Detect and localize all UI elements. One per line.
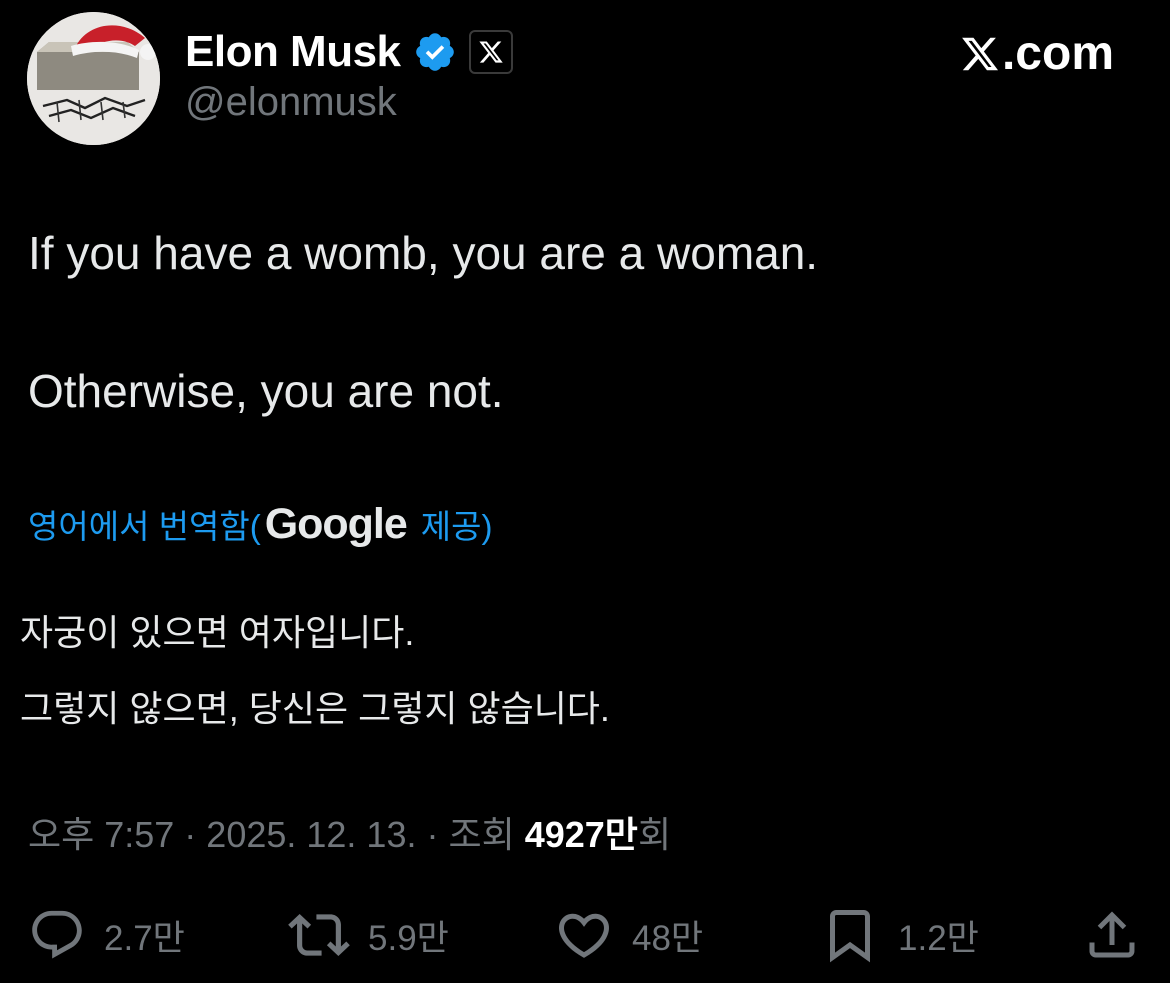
x-logo-icon bbox=[962, 37, 999, 70]
view-count: 4927만 bbox=[524, 814, 638, 855]
reply-icon bbox=[32, 910, 82, 959]
translation-prefix[interactable]: 영어에서 번역함( bbox=[28, 500, 261, 548]
like-button[interactable]: 48만 bbox=[554, 900, 703, 970]
repost-icon bbox=[288, 914, 350, 956]
bookmark-icon bbox=[830, 910, 870, 963]
tweet-meta: 오후 7:57 · 2025. 12. 13. · 조회 4927만회 bbox=[28, 806, 671, 858]
heart-icon bbox=[558, 913, 610, 958]
author-handle[interactable]: @elonmusk bbox=[185, 80, 397, 125]
share-button[interactable] bbox=[1082, 900, 1142, 970]
repost-button[interactable]: 5.9만 bbox=[288, 900, 449, 970]
google-wordmark: Google bbox=[264, 500, 408, 548]
site-domain: .com bbox=[1001, 27, 1114, 80]
author-name-row: Elon Musk bbox=[185, 26, 513, 78]
like-count: 48만 bbox=[632, 918, 704, 958]
verified-badge-icon[interactable] bbox=[413, 30, 457, 74]
tweet-text-line-2: Otherwise, you are not. bbox=[28, 365, 504, 417]
reply-button[interactable]: 2.7만 bbox=[28, 900, 185, 970]
translation-suffix[interactable]: 제공) bbox=[421, 500, 493, 548]
timestamp[interactable]: 오후 7:57 · 2025. 12. 13. · 조회 bbox=[28, 814, 525, 855]
display-name[interactable]: Elon Musk bbox=[185, 27, 401, 77]
action-bar: 2.7만 5.9만 48만 1.2만 bbox=[0, 900, 1170, 970]
x-logo-icon bbox=[478, 41, 503, 63]
bookmark-button[interactable]: 1.2만 bbox=[820, 900, 979, 970]
reply-count: 2.7만 bbox=[104, 918, 185, 958]
avatar-image bbox=[27, 12, 160, 145]
view-count-suffix: 회 bbox=[637, 814, 672, 855]
avatar[interactable] bbox=[27, 12, 160, 145]
x-affiliation-icon[interactable] bbox=[468, 30, 513, 74]
repost-count: 5.9만 bbox=[368, 918, 449, 958]
translated-text-line-2: 그렇지 않으면, 당신은 그렇지 않습니다. bbox=[20, 688, 610, 729]
site-watermark: .com bbox=[960, 26, 1114, 81]
translation-attribution[interactable]: 영어에서 번역함( Google 제공) bbox=[28, 500, 493, 549]
tweet-text-line-1: If you have a womb, you are a woman. bbox=[28, 227, 819, 279]
share-icon bbox=[1089, 911, 1135, 958]
translated-text-line-1: 자궁이 있으면 여자입니다. bbox=[20, 612, 415, 653]
bookmark-count: 1.2만 bbox=[898, 918, 979, 958]
